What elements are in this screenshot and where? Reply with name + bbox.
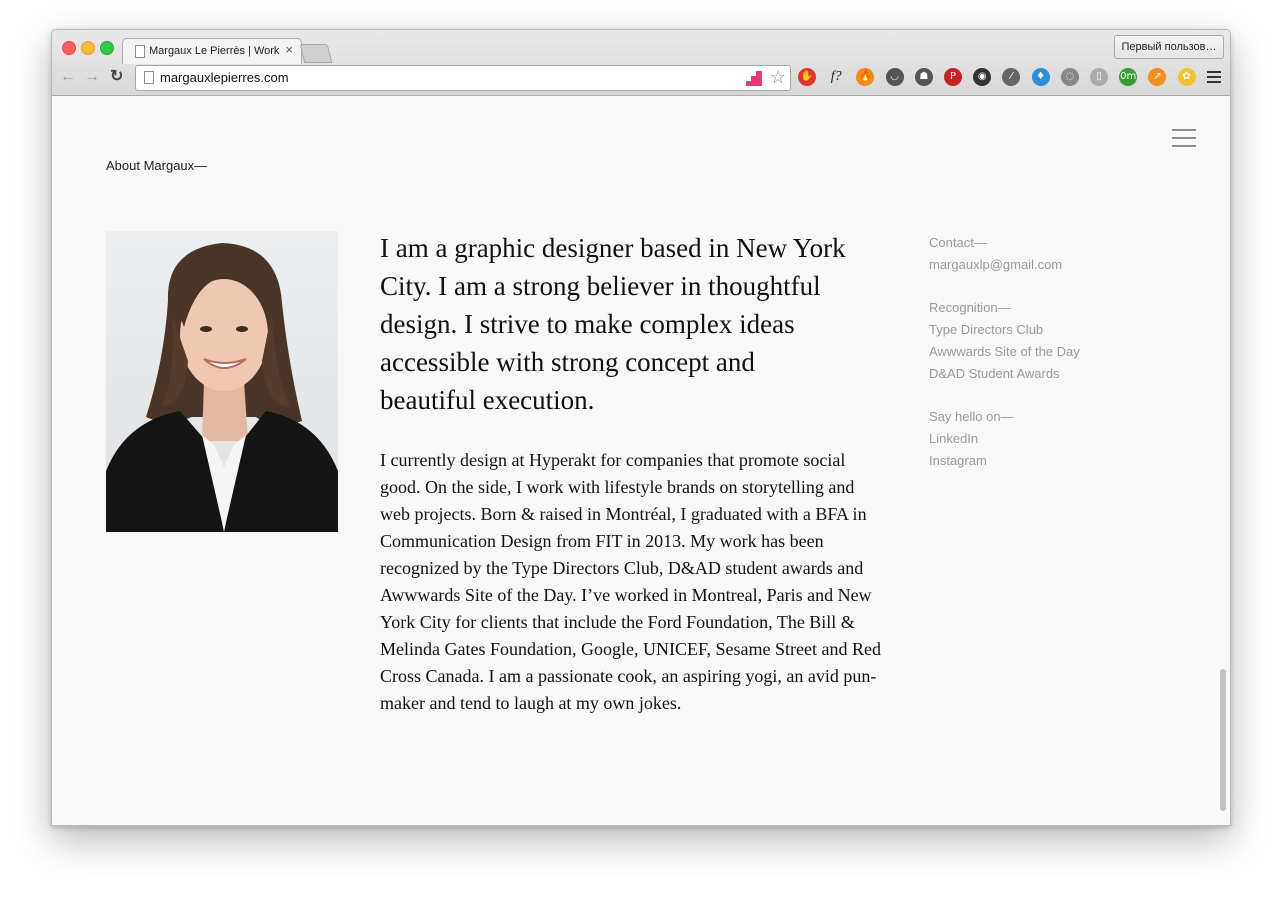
eyedropper-icon[interactable]: ⁄ [1002, 68, 1021, 86]
page-icon [144, 71, 154, 84]
flame-icon[interactable]: 🔥 [856, 68, 875, 86]
url-text[interactable]: margauxlepierres.com [160, 70, 289, 85]
page-icon [135, 45, 145, 58]
reload-icon[interactable]: ↻ [110, 68, 123, 86]
zoom-window-button[interactable] [100, 41, 114, 55]
camera-icon[interactable]: ◉ [973, 68, 992, 86]
recognition-section: Recognition— Type Directors Club Awwward… [929, 297, 1169, 385]
adblock-icon[interactable]: ✋ [798, 68, 816, 86]
browser-tab[interactable]: Margaux Le Pierrès | Work × [122, 38, 302, 64]
sidebar: Contact— margauxlp@gmail.com Recognition… [929, 232, 1169, 493]
pinterest-icon[interactable]: P [944, 68, 962, 86]
browser-window: Margaux Le Pierrès | Work × Первый польз… [51, 29, 1231, 826]
evernote-icon[interactable]: ☗ [914, 68, 933, 86]
pocket-icon[interactable]: ◡ [885, 68, 904, 86]
close-tab-icon[interactable]: × [285, 42, 293, 57]
scrollbar-thumb[interactable] [1220, 669, 1226, 811]
linkedin-link[interactable]: LinkedIn [929, 428, 1169, 450]
close-window-button[interactable] [62, 41, 76, 55]
social-heading: Say hello on— [929, 409, 1014, 424]
reader-icon[interactable]: ▯ [1090, 68, 1108, 86]
email-link[interactable]: margauxlp@gmail.com [929, 254, 1169, 276]
page-title: About Margaux— [106, 158, 208, 173]
puzzle-ext-icon[interactable]: ✿ [1177, 68, 1196, 86]
page-content: About Margaux— I am a graphic designer b… [52, 96, 1230, 825]
bio-paragraph: I currently design at Hyperakt for compa… [380, 450, 881, 713]
bookmark-star-icon[interactable]: ☆ [770, 67, 786, 87]
address-bar[interactable]: margauxlepierres.com ☆ [135, 65, 791, 91]
timer-icon[interactable]: 0m [1119, 68, 1138, 86]
refresh-ext-icon[interactable]: ◌ [1060, 68, 1079, 86]
profile-button[interactable]: Первый пользов… [1114, 35, 1224, 59]
browser-chrome: Margaux Le Pierrès | Work × Первый польз… [52, 30, 1230, 96]
social-section: Say hello on— LinkedIn Instagram [929, 406, 1169, 472]
menu-icon[interactable] [1172, 129, 1196, 153]
fontface-icon[interactable]: f? [827, 68, 845, 86]
minimize-window-button[interactable] [81, 41, 95, 55]
portrait-illustration [106, 231, 338, 532]
contact-heading: Contact— [929, 235, 987, 250]
back-arrow-icon[interactable]: ← [60, 68, 76, 86]
new-tab-button[interactable] [299, 44, 333, 63]
portrait-photo [106, 231, 338, 532]
recognition-item-type-directors-club[interactable]: Type Directors Club [929, 319, 1169, 341]
recognition-item-dad[interactable]: D&AD Student Awards [929, 363, 1169, 385]
recognition-heading: Recognition— [929, 300, 1011, 315]
tab-title: Margaux Le Pierrès | Work [149, 45, 280, 57]
forward-arrow-icon[interactable]: → [84, 68, 100, 86]
instagram-link[interactable]: Instagram [929, 450, 1169, 472]
chart-ext-icon[interactable]: ↗ [1148, 68, 1167, 86]
chrome-menu-icon[interactable] [1207, 71, 1221, 86]
intro-statement: I am a graphic designer based in New Yor… [380, 233, 846, 415]
contact-section: Contact— margauxlp@gmail.com [929, 232, 1169, 276]
recognition-item-awwwards[interactable]: Awwwards Site of the Day [929, 341, 1169, 363]
stairs-extension-icon[interactable] [746, 70, 762, 86]
diamond-icon[interactable]: ♦ [1031, 68, 1050, 86]
